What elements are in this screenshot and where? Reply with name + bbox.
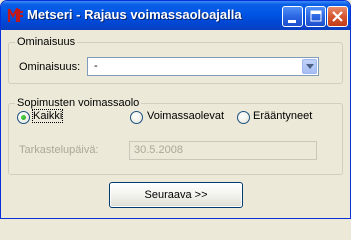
- check-date-label: Tarkastelupäivä:: [19, 144, 99, 156]
- property-dropdown[interactable]: -: [87, 57, 319, 76]
- radio-selected-dot: [21, 115, 26, 120]
- title-bar[interactable]: Metseri - Rajaus voimassaoloajalla: [1, 1, 350, 30]
- property-field-label: Ominaisuus:: [19, 61, 81, 73]
- contract-group-legend: Sopimusten voimassaolo: [15, 97, 142, 109]
- chevron-down-icon: [306, 64, 314, 69]
- radio-erääntyneet[interactable]: [237, 111, 250, 124]
- close-icon: [332, 11, 343, 22]
- property-group-legend: Ominaisuus: [15, 36, 78, 48]
- property-dropdown-value: -: [94, 60, 98, 72]
- radio-kaikki[interactable]: [17, 111, 30, 124]
- next-button[interactable]: Seuraava >>: [109, 182, 243, 208]
- maximize-icon: [310, 10, 322, 22]
- close-button[interactable]: [327, 6, 348, 27]
- check-date-field[interactable]: 30.5.2008: [129, 141, 317, 160]
- radio-kaikki-label[interactable]: Kaikki: [31, 109, 64, 123]
- radio-voimassaolevat[interactable]: [130, 111, 143, 124]
- window-title: Metseri - Rajaus voimassaoloajalla: [27, 7, 242, 22]
- check-date-value: 30.5.2008: [134, 144, 183, 156]
- dropdown-arrow-button[interactable]: [302, 59, 317, 74]
- next-button-label: Seuraava >>: [144, 189, 208, 201]
- minimize-button[interactable]: [282, 6, 303, 27]
- radio-voimassaolevat-label[interactable]: Voimassaolevat: [147, 110, 224, 122]
- dialog-window: Metseri - Rajaus voimassaoloajalla Omina…: [0, 0, 351, 219]
- minimize-icon: [288, 20, 296, 23]
- app-logo-icon: [7, 4, 25, 23]
- radio-erääntyneet-label[interactable]: Erääntyneet: [253, 110, 312, 122]
- maximize-button[interactable]: [305, 6, 326, 27]
